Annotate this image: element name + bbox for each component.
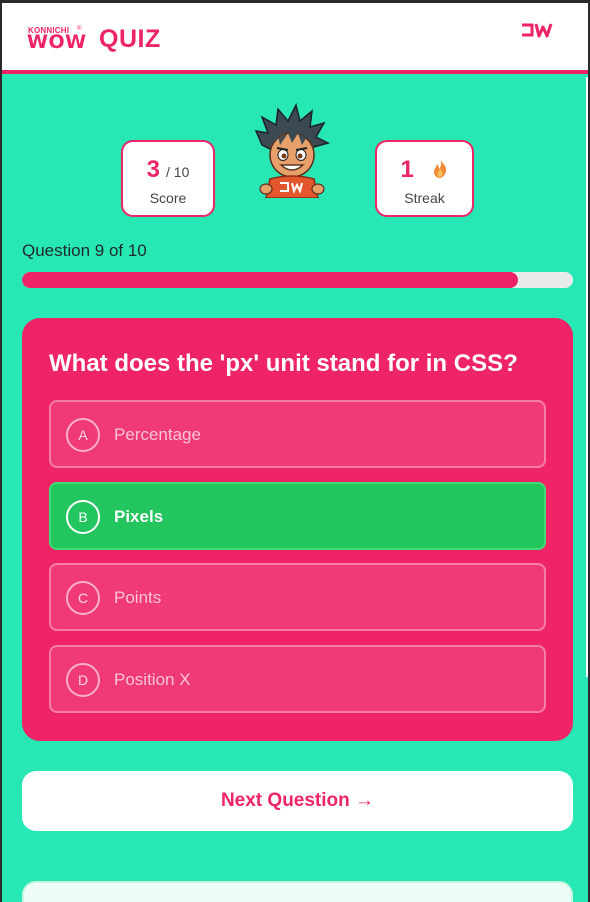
header: KONNICHI WOW ® QUIZ [2,3,588,74]
option-letter: C [66,581,100,615]
fire-icon [433,158,446,178]
mascot-character-icon [254,103,331,198]
option-d[interactable]: D Position X [49,645,546,713]
question-card: What does the 'px' unit stand for in CSS… [22,318,573,741]
option-letter: D [66,663,100,697]
konnichi-wow-logo[interactable]: KONNICHI WOW ® [26,26,86,54]
option-b[interactable]: B Pixels [49,482,546,550]
scrollbar[interactable] [586,77,588,677]
option-letter: A [66,418,100,452]
progress-fill [22,272,518,288]
logo-bottom-text: WOW [27,31,87,53]
score-card: 3 / 10 Score [121,140,215,217]
streak-display: 1 [377,156,472,184]
streak-label: Streak [404,190,445,206]
page-title: QUIZ [99,25,161,53]
registered-mark: ® [77,26,82,32]
score-total: / 10 [166,164,190,180]
question-counter: Question 9 of 10 [22,241,147,260]
score-display: 3 / 10 [123,156,213,184]
score-label: Score [149,190,187,206]
streak-card: 1 Streak [375,140,474,217]
next-question-button[interactable]: Next Question → [22,771,573,831]
score-value: 3 [146,156,160,183]
option-label: Pixels [114,507,164,526]
streak-value: 1 [400,156,414,183]
option-a[interactable]: A Percentage [49,400,546,468]
quiz-page: KONNICHI WOW ® QUIZ 3 / 10 Score 1 Streak… [2,3,588,902]
option-c[interactable]: C Points [49,563,546,631]
option-label: Position X [114,670,191,689]
option-letter: B [66,500,100,534]
option-label: Percentage [114,425,201,444]
jw-monogram-icon[interactable] [520,22,554,40]
feedback-card [22,881,573,902]
question-text: What does the 'px' unit stand for in CSS… [49,350,518,377]
option-label: Points [114,588,162,607]
progress-bar [22,272,573,288]
